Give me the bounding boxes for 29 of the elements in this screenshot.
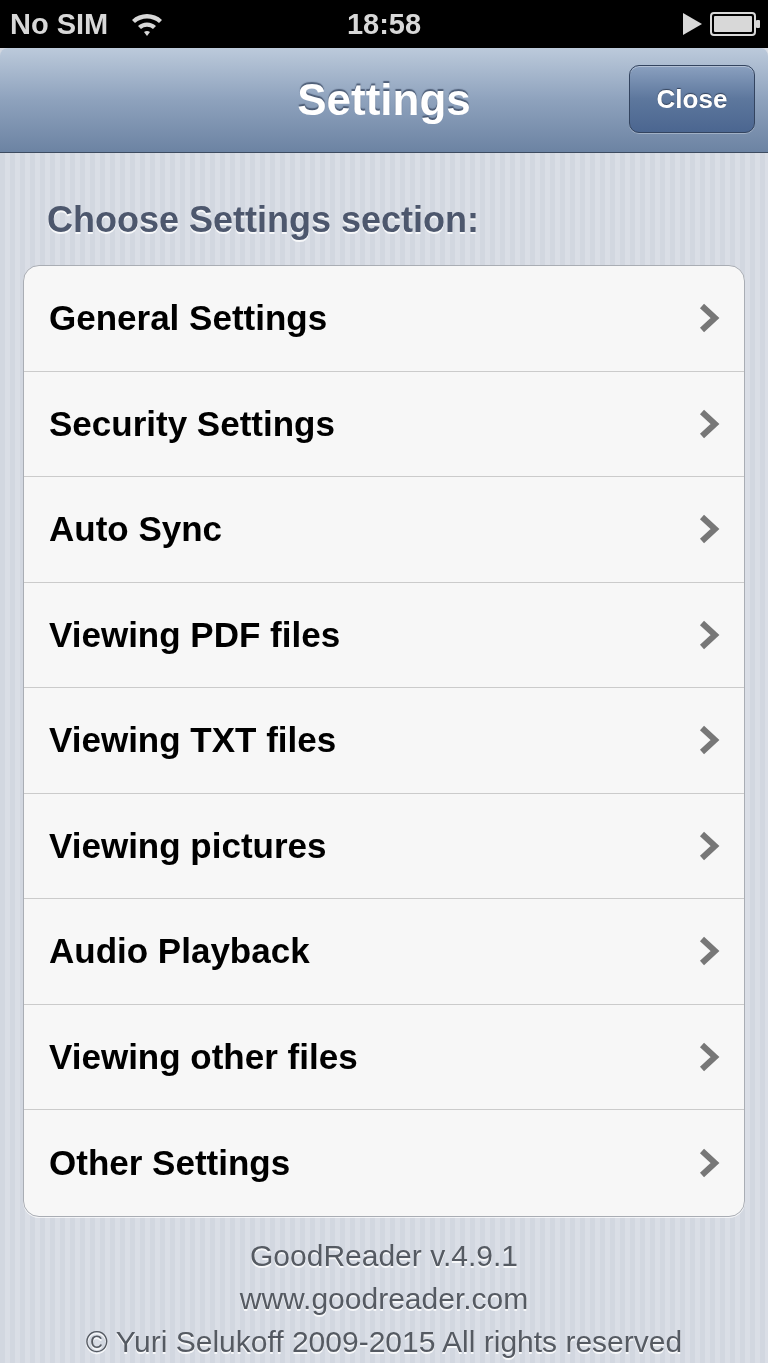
chevron-icon xyxy=(698,303,720,334)
carrier-text: No SIM xyxy=(10,7,109,41)
chevron-icon xyxy=(698,725,720,756)
chevron-icon xyxy=(698,1147,720,1178)
screen-title: Settings xyxy=(297,74,471,126)
footer-text: GoodReader v.4.9.1 xyxy=(250,1237,518,1274)
settings-section-row[interactable]: Other Settings xyxy=(24,1110,744,1216)
play-icon xyxy=(682,13,702,35)
settings-section-row[interactable]: Viewing TXT files xyxy=(24,688,744,794)
chevron-icon xyxy=(698,514,720,545)
settings-section-row[interactable]: Viewing pictures xyxy=(24,793,744,899)
settings-section-row[interactable]: Viewing other files xyxy=(24,1004,744,1110)
settings-section-row[interactable]: Auto Sync xyxy=(24,477,744,583)
clock-text: 18:58 xyxy=(346,7,422,41)
settings-section-row[interactable]: General Settings xyxy=(24,266,744,372)
wifi-icon xyxy=(130,11,165,37)
battery-icon xyxy=(710,12,760,36)
settings-section-row[interactable]: Viewing PDF files xyxy=(24,582,744,688)
chevron-icon xyxy=(698,936,720,967)
close-button[interactable]: Close xyxy=(629,65,755,133)
section-heading: Choose Settings section: xyxy=(47,199,480,240)
chevron-icon xyxy=(698,619,720,650)
chevron-icon xyxy=(698,830,720,861)
footer-text: © Yuri Selukoff 2009-2015 All rights reserved xyxy=(85,1323,683,1360)
settings-section-row[interactable]: Audio Playback xyxy=(24,899,744,1005)
chevron-icon xyxy=(698,1041,720,1072)
chevron-icon xyxy=(698,408,720,439)
settings-section-row[interactable]: Security Settings xyxy=(24,371,744,477)
footer-text: www.goodreader.com xyxy=(239,1280,529,1317)
